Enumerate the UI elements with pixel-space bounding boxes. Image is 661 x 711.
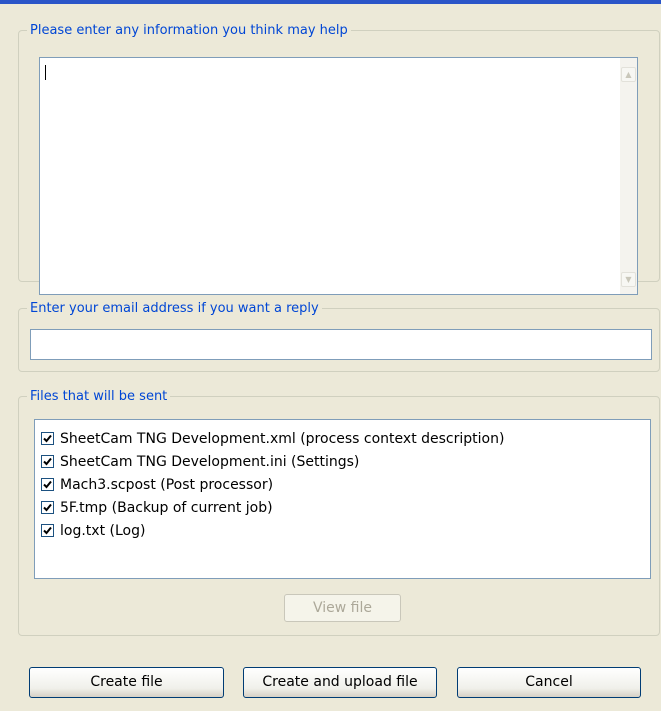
email-legend: Enter your email address if you want a r… (27, 300, 322, 317)
file-checkbox[interactable] (41, 524, 54, 537)
file-label: 5F.tmp (Backup of current job) (60, 499, 273, 516)
checkmark-icon (43, 480, 52, 489)
file-list-item[interactable]: log.txt (Log) (35, 519, 650, 542)
file-list-item[interactable]: SheetCam TNG Development.xml (process co… (35, 427, 650, 450)
file-checkbox[interactable] (41, 478, 54, 491)
file-checklist: SheetCam TNG Development.xml (process co… (34, 419, 651, 579)
email-groupbox: Enter your email address if you want a r… (18, 300, 660, 372)
files-legend: Files that will be sent (27, 388, 171, 405)
file-label: Mach3.scpost (Post processor) (60, 476, 274, 493)
create-and-upload-button[interactable]: Create and upload file (243, 667, 437, 698)
info-groupbox: Please enter any information you think m… (18, 22, 660, 295)
file-list-item[interactable]: 5F.tmp (Backup of current job) (35, 496, 650, 519)
file-checkbox[interactable] (41, 455, 54, 468)
checkmark-icon (43, 457, 52, 466)
info-legend: Please enter any information you think m… (27, 22, 351, 39)
file-label: SheetCam TNG Development.ini (Settings) (60, 453, 360, 470)
view-file-button[interactable]: View file (284, 594, 401, 622)
email-field[interactable] (30, 329, 652, 360)
window-frame-top (0, 0, 661, 4)
checkmark-icon (43, 434, 52, 443)
files-groupbox: Files that will be sent SheetCam TNG Dev… (18, 388, 660, 636)
checkmark-icon (43, 526, 52, 535)
scroll-down-arrow-icon[interactable]: ▼ (621, 272, 636, 287)
file-list-item[interactable]: SheetCam TNG Development.ini (Settings) (35, 450, 650, 473)
checkmark-icon (43, 503, 52, 512)
file-label: SheetCam TNG Development.xml (process co… (60, 430, 505, 447)
create-file-button[interactable]: Create file (29, 667, 224, 698)
text-caret (45, 65, 46, 80)
info-vertical-scrollbar[interactable]: ▲ ▼ (620, 58, 637, 294)
file-list-item[interactable]: Mach3.scpost (Post processor) (35, 473, 650, 496)
file-checkbox[interactable] (41, 432, 54, 445)
file-label: log.txt (Log) (60, 522, 146, 539)
cancel-button[interactable]: Cancel (457, 667, 641, 698)
info-textarea[interactable]: ▲ ▼ (39, 57, 638, 295)
file-checkbox[interactable] (41, 501, 54, 514)
scroll-up-arrow-icon[interactable]: ▲ (621, 67, 636, 82)
